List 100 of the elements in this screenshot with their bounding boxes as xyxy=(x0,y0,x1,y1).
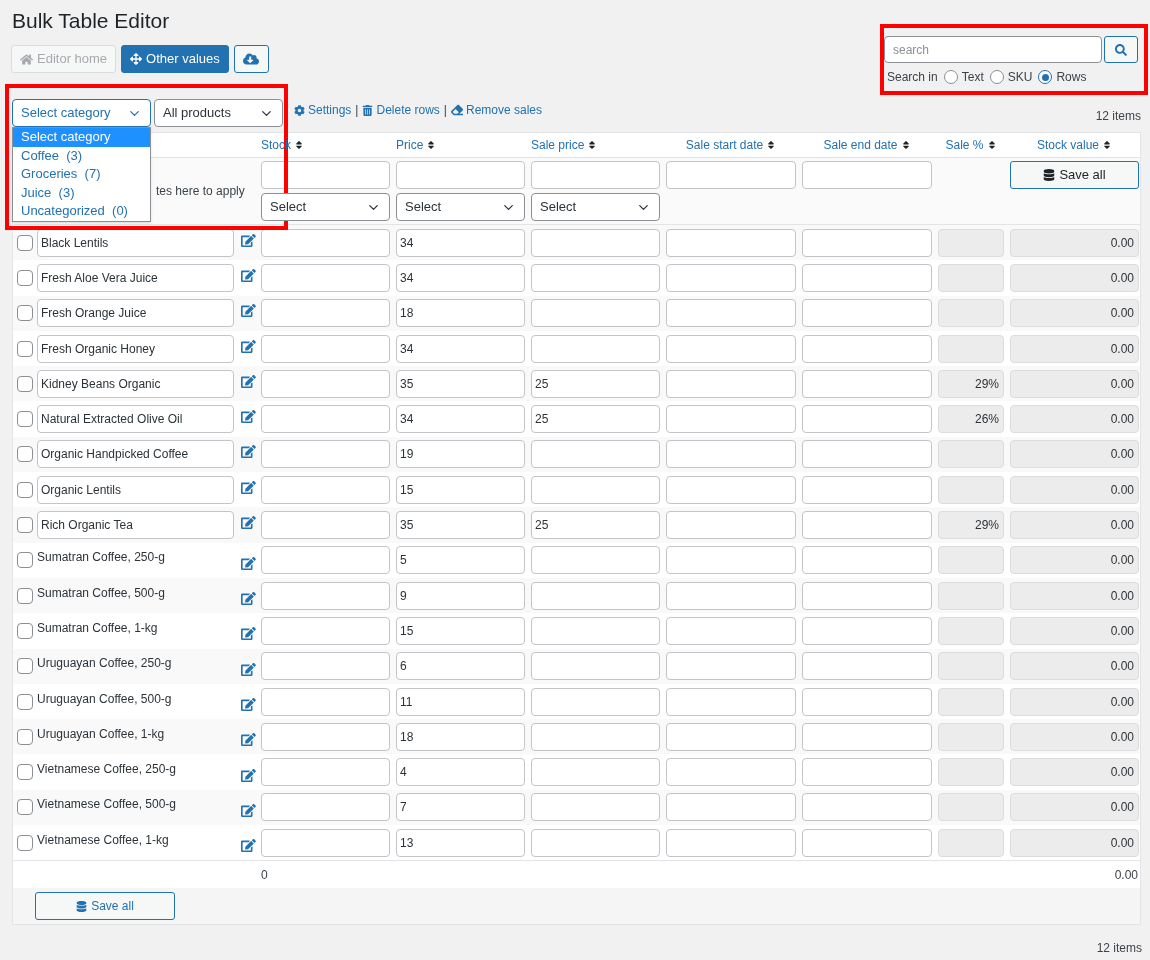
input-field[interactable] xyxy=(802,405,932,434)
input-field[interactable] xyxy=(261,687,390,716)
input-field[interactable] xyxy=(531,828,660,857)
input-field[interactable] xyxy=(261,722,390,751)
input-field[interactable] xyxy=(531,616,660,645)
input-field[interactable] xyxy=(531,263,660,292)
input-field[interactable] xyxy=(531,334,660,363)
input-field[interactable] xyxy=(261,828,390,857)
product-name-field[interactable]: Natural Extracted Olive Oil xyxy=(37,405,235,434)
input-field[interactable] xyxy=(802,581,932,610)
input-field[interactable]: 35 xyxy=(396,369,525,398)
column-header[interactable]: Sale % xyxy=(935,136,1007,154)
input-field[interactable] xyxy=(261,616,390,645)
input-field[interactable] xyxy=(802,263,932,292)
input-field[interactable] xyxy=(802,828,932,857)
input-field[interactable] xyxy=(531,161,660,189)
input-field[interactable] xyxy=(802,161,932,189)
input-field[interactable] xyxy=(261,228,390,257)
input-field[interactable]: 15 xyxy=(396,475,525,504)
input-field[interactable] xyxy=(802,546,932,575)
input-field[interactable]: 25 xyxy=(531,511,660,539)
input-field[interactable] xyxy=(666,334,796,363)
select-field[interactable]: Select xyxy=(531,193,660,221)
input-field[interactable] xyxy=(666,511,796,539)
input-field[interactable] xyxy=(666,299,796,328)
input-field[interactable]: 34 xyxy=(396,334,525,363)
save-all-button[interactable]: Save all xyxy=(1010,161,1139,189)
input-field[interactable] xyxy=(802,652,932,681)
input-field[interactable] xyxy=(802,616,932,645)
dropdown-option[interactable]: Uncategorized (0) xyxy=(13,202,150,221)
input-field[interactable] xyxy=(666,369,796,398)
checkbox[interactable] xyxy=(17,375,33,392)
column-header[interactable]: Sale start date xyxy=(663,136,799,154)
input-field[interactable]: 19 xyxy=(396,440,525,469)
checkbox[interactable] xyxy=(17,587,33,604)
checkbox[interactable] xyxy=(17,728,33,745)
input-field[interactable] xyxy=(802,334,932,363)
input-field[interactable] xyxy=(261,793,390,822)
input-field[interactable]: 4 xyxy=(396,758,525,787)
input-field[interactable] xyxy=(261,581,390,610)
input-field[interactable]: 5 xyxy=(396,546,525,575)
input-field[interactable] xyxy=(666,405,796,434)
toolbar-link[interactable]: Remove sales xyxy=(450,101,542,119)
input-field[interactable] xyxy=(666,581,796,610)
checkbox[interactable] xyxy=(17,446,33,463)
column-header[interactable]: Price xyxy=(393,136,528,154)
input-field[interactable] xyxy=(261,405,390,434)
column-header[interactable]: Sale end date xyxy=(799,136,935,154)
checkbox[interactable] xyxy=(17,411,33,428)
save-all-button[interactable]: Save all xyxy=(35,892,175,921)
input-field[interactable] xyxy=(261,263,390,292)
input-field[interactable] xyxy=(666,546,796,575)
checkbox[interactable] xyxy=(17,622,33,639)
input-field[interactable]: 25 xyxy=(531,405,660,434)
input-field[interactable]: 34 xyxy=(396,263,525,292)
input-field[interactable] xyxy=(531,546,660,575)
input-field[interactable] xyxy=(802,440,932,469)
input-field[interactable] xyxy=(261,475,390,504)
product-name-field[interactable]: Fresh Orange Juice xyxy=(37,299,235,328)
product-name-field[interactable]: Rich Organic Tea xyxy=(37,511,235,539)
input-field[interactable]: 13 xyxy=(396,828,525,857)
product-name-field[interactable]: Black Lentils xyxy=(37,228,235,257)
input-field[interactable] xyxy=(261,161,390,189)
input-field[interactable] xyxy=(666,440,796,469)
download-button[interactable] xyxy=(233,45,269,73)
toolbar-link[interactable]: Delete rows xyxy=(362,101,440,119)
dropdown-option[interactable]: Coffee (3) xyxy=(13,146,150,165)
input-field[interactable] xyxy=(666,228,796,257)
input-field[interactable] xyxy=(261,299,390,328)
input-field[interactable] xyxy=(531,475,660,504)
column-header[interactable]: Sale price xyxy=(528,136,663,154)
product-name-field[interactable]: Organic Lentils xyxy=(37,475,235,504)
checkbox[interactable] xyxy=(17,340,33,357)
dropdown-option[interactable]: Juice (3) xyxy=(13,183,150,202)
input-field[interactable] xyxy=(802,475,932,504)
input-field[interactable] xyxy=(261,511,390,539)
other-values-button[interactable]: Other values xyxy=(121,45,229,73)
input-field[interactable] xyxy=(531,652,660,681)
input-field[interactable] xyxy=(802,299,932,328)
input-field[interactable] xyxy=(802,228,932,257)
input-field[interactable] xyxy=(531,440,660,469)
input-field[interactable] xyxy=(666,616,796,645)
column-header[interactable]: Stock value xyxy=(1007,136,1142,154)
dropdown-option[interactable]: Groceries (7) xyxy=(13,165,150,184)
input-field[interactable]: 11 xyxy=(396,687,525,716)
input-field[interactable]: 6 xyxy=(396,652,525,681)
checkbox[interactable] xyxy=(17,269,33,286)
product-name-field[interactable]: Organic Handpicked Coffee xyxy=(37,440,235,469)
input-field[interactable] xyxy=(531,299,660,328)
input-field[interactable] xyxy=(802,511,932,539)
input-field[interactable]: 7 xyxy=(396,793,525,822)
input-field[interactable] xyxy=(802,687,932,716)
input-field[interactable] xyxy=(261,369,390,398)
select-field[interactable]: Select category xyxy=(12,99,151,127)
input-field[interactable] xyxy=(802,722,932,751)
input-field[interactable]: 15 xyxy=(396,616,525,645)
checkbox[interactable] xyxy=(17,305,33,322)
input-field[interactable] xyxy=(666,722,796,751)
checkbox[interactable] xyxy=(17,234,33,251)
input-field[interactable] xyxy=(531,758,660,787)
